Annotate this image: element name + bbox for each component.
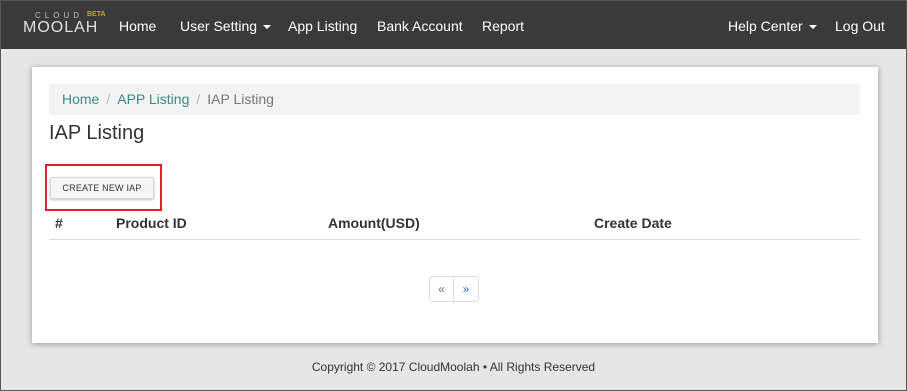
caret-down-icon [808,25,817,30]
nav-home[interactable]: Home [119,1,156,49]
nav-help-center-label: Help Center [728,18,803,34]
column-header-amount: Amount(USD) [328,215,420,231]
nav-logout[interactable]: Log Out [835,1,885,49]
nav-app-listing[interactable]: App Listing [288,1,357,49]
column-header-index: # [55,215,63,231]
table-header: # Product ID Amount(USD) Create Date [49,210,860,240]
footer-copyright: Copyright © 2017 CloudMoolah • All Right… [311,360,596,374]
caret-down-icon [263,25,272,30]
next-page-button[interactable]: » [454,277,478,301]
breadcrumb: Home / APP Listing / IAP Listing [49,84,860,115]
cloudmoolah-logo[interactable]: CLOUD MOOLAH BETA [21,11,106,41]
nav-user-setting-label: User Setting [180,18,258,34]
nav-help-center[interactable]: Help Center [728,1,817,49]
pagination: « » [429,276,479,302]
column-header-create-date: Create Date [594,215,672,231]
breadcrumb-current: IAP Listing [207,91,274,107]
top-navbar: CLOUD MOOLAH BETA Home User Setting App … [1,1,906,49]
prev-page-button[interactable]: « [430,277,454,301]
breadcrumb-app-listing[interactable]: APP Listing [117,91,189,107]
logo-main-text: MOOLAH [23,19,99,36]
nav-report[interactable]: Report [482,1,524,49]
page-title: IAP Listing [49,122,145,144]
create-new-iap-button[interactable]: CREATE NEW IAP [50,177,154,199]
breadcrumb-separator: / [196,91,201,107]
breadcrumb-home[interactable]: Home [62,91,99,107]
column-header-product-id: Product ID [116,215,187,231]
nav-user-setting[interactable]: User Setting [180,1,272,49]
beta-badge: BETA [87,11,106,18]
breadcrumb-separator: / [106,91,111,107]
nav-bank-account[interactable]: Bank Account [377,1,463,49]
content-panel: Home / APP Listing / IAP Listing IAP Listing… [32,67,878,343]
